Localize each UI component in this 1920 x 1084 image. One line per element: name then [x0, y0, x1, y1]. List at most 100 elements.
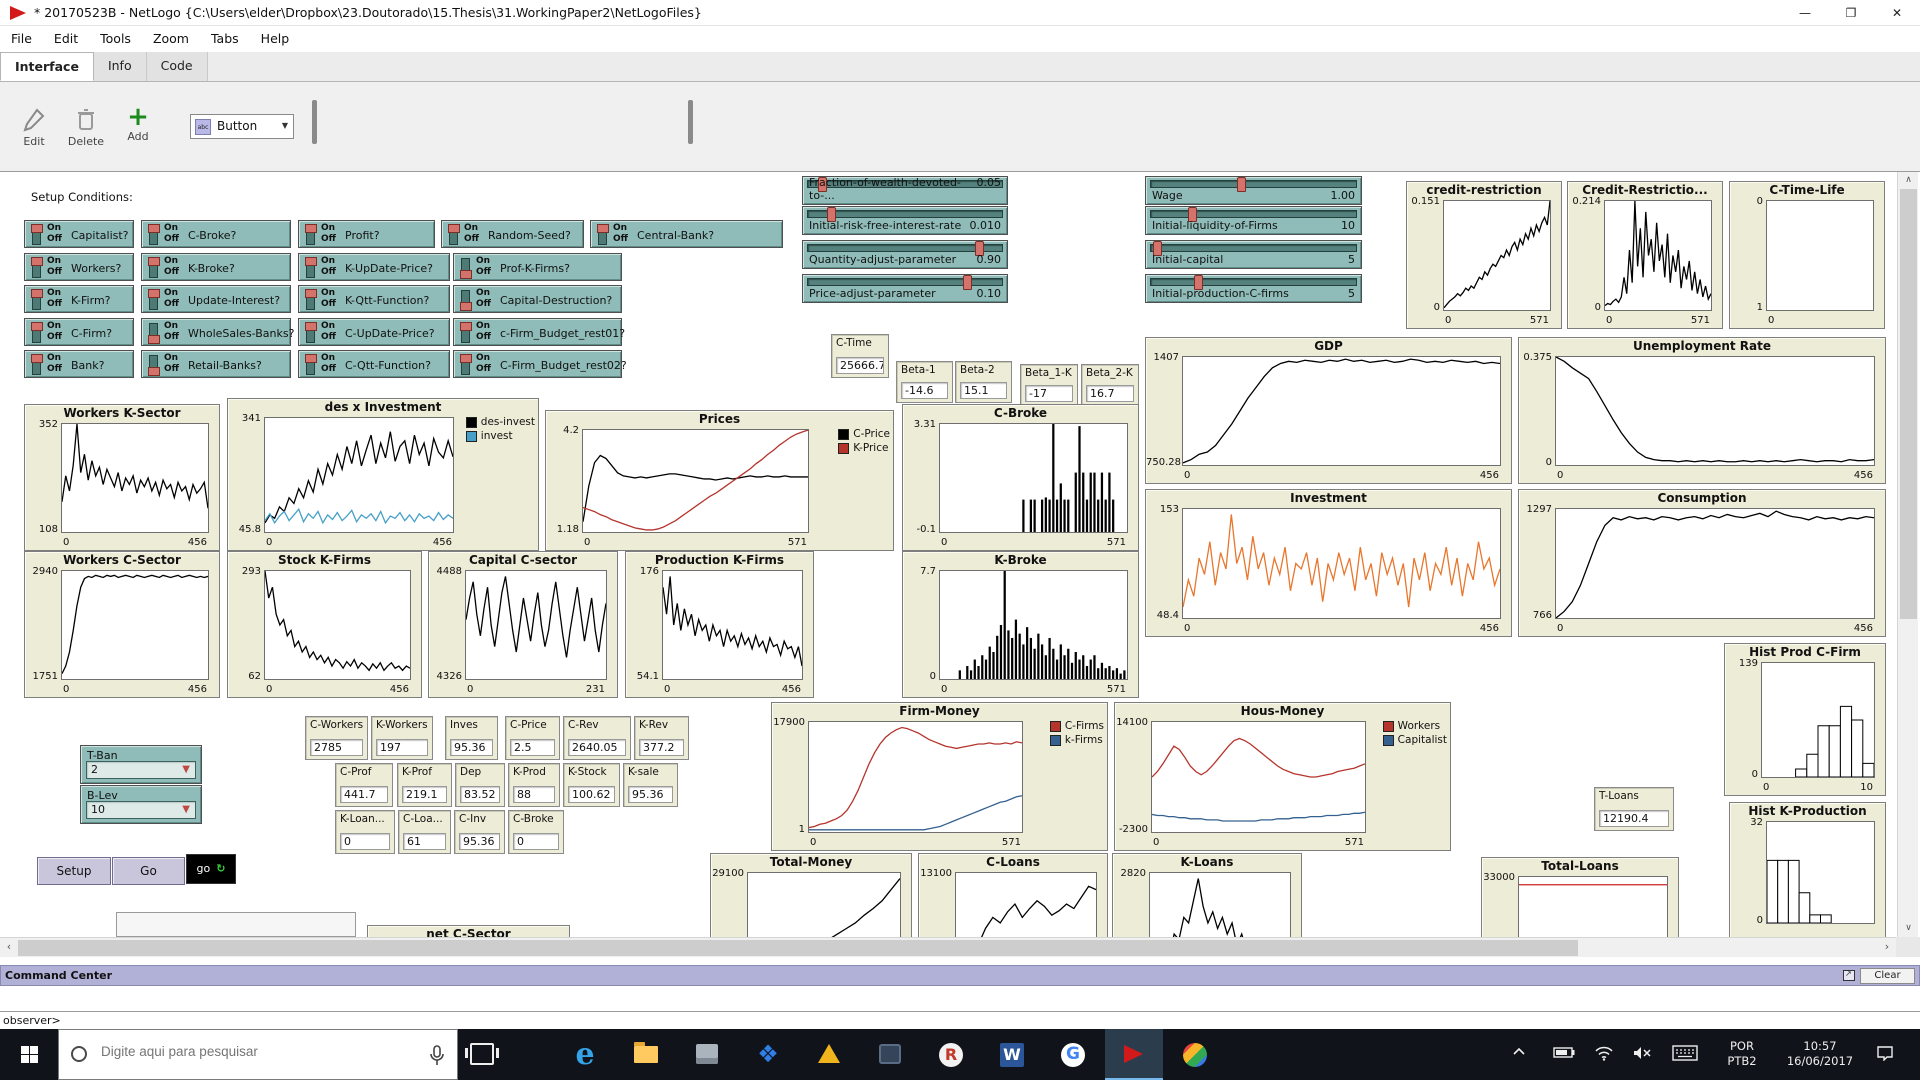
switch-track[interactable]: [447, 224, 460, 245]
switch-track[interactable]: [30, 322, 43, 343]
switch-track[interactable]: [30, 257, 43, 278]
switch-update-interest[interactable]: On Off Update-Interest?: [141, 285, 291, 313]
switch-track[interactable]: [459, 322, 472, 343]
add-tool[interactable]: + Add: [118, 104, 158, 143]
scroll-right-icon[interactable]: ›: [1878, 938, 1896, 958]
tray-show-hidden[interactable]: [1512, 1029, 1546, 1080]
switch-handle[interactable]: [30, 322, 43, 331]
switch-handle[interactable]: [147, 257, 160, 266]
slider-price-adjust-parameter[interactable]: Price-adjust-parameter 0.10: [802, 274, 1008, 303]
menu-tools[interactable]: Tools: [89, 26, 142, 51]
tab-code[interactable]: Code: [146, 52, 208, 81]
switch-handle[interactable]: [147, 367, 160, 376]
netlogo-app-icon[interactable]: [1105, 1029, 1163, 1080]
switch-track[interactable]: [459, 290, 472, 311]
switch-handle[interactable]: [30, 354, 43, 363]
switch-random-seed[interactable]: On Off Random-Seed?: [441, 220, 584, 248]
dropbox-app-icon[interactable]: ❖: [739, 1029, 797, 1080]
switch-handle[interactable]: [147, 335, 160, 344]
close-button[interactable]: ✕: [1874, 0, 1920, 26]
delete-tool[interactable]: Delete: [62, 108, 110, 148]
chooser-value-box[interactable]: 2 ▼: [86, 761, 196, 779]
switch-c-firm-budget-rest01[interactable]: On Off c-Firm_Budget_rest01?: [453, 318, 625, 346]
menu-help[interactable]: Help: [250, 26, 301, 51]
switch-c-broke[interactable]: On Off C-Broke?: [141, 220, 291, 248]
scroll-up-icon[interactable]: ∧: [1898, 172, 1919, 189]
switch-c-firm[interactable]: On Off C-Firm?: [24, 318, 134, 346]
slider-track[interactable]: [1150, 177, 1357, 192]
go-forever-button[interactable]: go ↻: [186, 854, 236, 884]
switch-workers[interactable]: On Off Workers?: [24, 253, 134, 281]
switch-k-firm[interactable]: On Off K-Firm?: [24, 285, 134, 313]
switch-track[interactable]: [30, 354, 43, 375]
switch-c-update-price[interactable]: On Off C-UpDate-Price?: [298, 318, 450, 346]
chooser-b-lev[interactable]: B-Lev 10 ▼: [80, 785, 202, 824]
maximize-button[interactable]: ❐: [1828, 0, 1874, 26]
switch-handle[interactable]: [447, 224, 460, 233]
switch-handle[interactable]: [459, 270, 472, 279]
switch-track[interactable]: [147, 257, 160, 278]
menu-zoom[interactable]: Zoom: [142, 26, 200, 51]
switch-handle[interactable]: [30, 257, 43, 266]
slider-initial-capital[interactable]: Initial-capital 5: [1145, 240, 1362, 269]
switch-c-qtt-function[interactable]: On Off C-Qtt-Function?: [298, 350, 450, 378]
expand-icon[interactable]: [1843, 969, 1855, 981]
r-app-icon[interactable]: R: [922, 1029, 980, 1080]
switch-retail-banks[interactable]: On Off Retail-Banks?: [141, 350, 291, 378]
switch-central-bank[interactable]: On Off Central-Bank?: [590, 220, 783, 248]
tray-wifi[interactable]: [1594, 1029, 1630, 1080]
switch-handle[interactable]: [147, 289, 160, 298]
switch-k-broke[interactable]: On Off K-Broke?: [141, 253, 291, 281]
horizontal-scroll-thumb[interactable]: [18, 940, 1578, 956]
switch-k-qtt-function[interactable]: On Off K-Qtt-Function?: [298, 285, 450, 313]
tray-battery[interactable]: [1553, 1029, 1589, 1080]
microphone-icon[interactable]: [427, 1044, 447, 1068]
horizontal-scrollbar[interactable]: ‹ ›: [0, 937, 1920, 957]
observer-prompt[interactable]: observer>: [0, 1011, 1920, 1029]
switch-track[interactable]: [147, 289, 160, 310]
slider-track[interactable]: [807, 241, 1003, 256]
slider-initial-risk-free-interest-rate[interactable]: Initial-risk-free-interest-rate 0.010: [802, 206, 1008, 235]
slider-initial-production-c-firms[interactable]: Initial-production-C-firms 5: [1145, 274, 1362, 303]
app-icon[interactable]: [861, 1029, 919, 1080]
switch-handle[interactable]: [147, 224, 160, 233]
task-view-icon[interactable]: [465, 1043, 499, 1065]
switch-track[interactable]: [147, 323, 160, 344]
chooser-value-box[interactable]: 10 ▼: [86, 801, 196, 819]
scroll-down-icon[interactable]: ∨: [1898, 920, 1919, 937]
switch-track[interactable]: [30, 224, 43, 245]
search-input[interactable]: [101, 1044, 401, 1059]
clear-button[interactable]: Clear: [1860, 968, 1915, 984]
tray-language[interactable]: POR PTB2: [1716, 1029, 1768, 1080]
switch-track[interactable]: [459, 354, 472, 375]
menu-tabs[interactable]: Tabs: [200, 26, 250, 51]
switch-wholesales-banks[interactable]: On Off WholeSales-Banks?: [141, 318, 294, 346]
tray-notifications[interactable]: [1876, 1029, 1916, 1080]
vertical-scroll-thumb[interactable]: [1900, 189, 1917, 619]
edge-app-icon[interactable]: e: [556, 1029, 614, 1080]
slider-track[interactable]: [807, 207, 1003, 222]
tab-interface[interactable]: Interface: [0, 52, 94, 81]
file-explorer-app-icon[interactable]: [617, 1029, 675, 1080]
word-app-icon[interactable]: W: [983, 1029, 1041, 1080]
switch-bank[interactable]: On Off Bank?: [24, 350, 134, 378]
slider-fraction-of-wealth[interactable]: Fraction-of-wealth-devoted-to-... 0.05: [802, 176, 1008, 205]
switch-c-firm-budget-rest02[interactable]: On Off C-Firm_Budget_rest02?: [453, 350, 627, 378]
chrome-app-icon[interactable]: G: [1044, 1029, 1102, 1080]
switch-handle[interactable]: [596, 224, 609, 233]
slider-track[interactable]: [1150, 207, 1357, 222]
switch-track[interactable]: [596, 224, 609, 245]
switch-track[interactable]: [147, 355, 160, 376]
switch-handle[interactable]: [304, 322, 317, 331]
slider-track[interactable]: [1150, 241, 1357, 256]
app-icon[interactable]: [678, 1029, 736, 1080]
slider-track[interactable]: [1150, 275, 1357, 290]
switch-track[interactable]: [304, 289, 317, 310]
edit-tool[interactable]: Edit: [14, 108, 54, 148]
switch-track[interactable]: [304, 322, 317, 343]
app-icon[interactable]: [800, 1029, 858, 1080]
switch-handle[interactable]: [459, 302, 472, 311]
chooser-t-ban[interactable]: T-Ban 2 ▼: [80, 745, 202, 784]
go-button[interactable]: Go: [112, 857, 185, 885]
switch-handle[interactable]: [459, 322, 472, 331]
